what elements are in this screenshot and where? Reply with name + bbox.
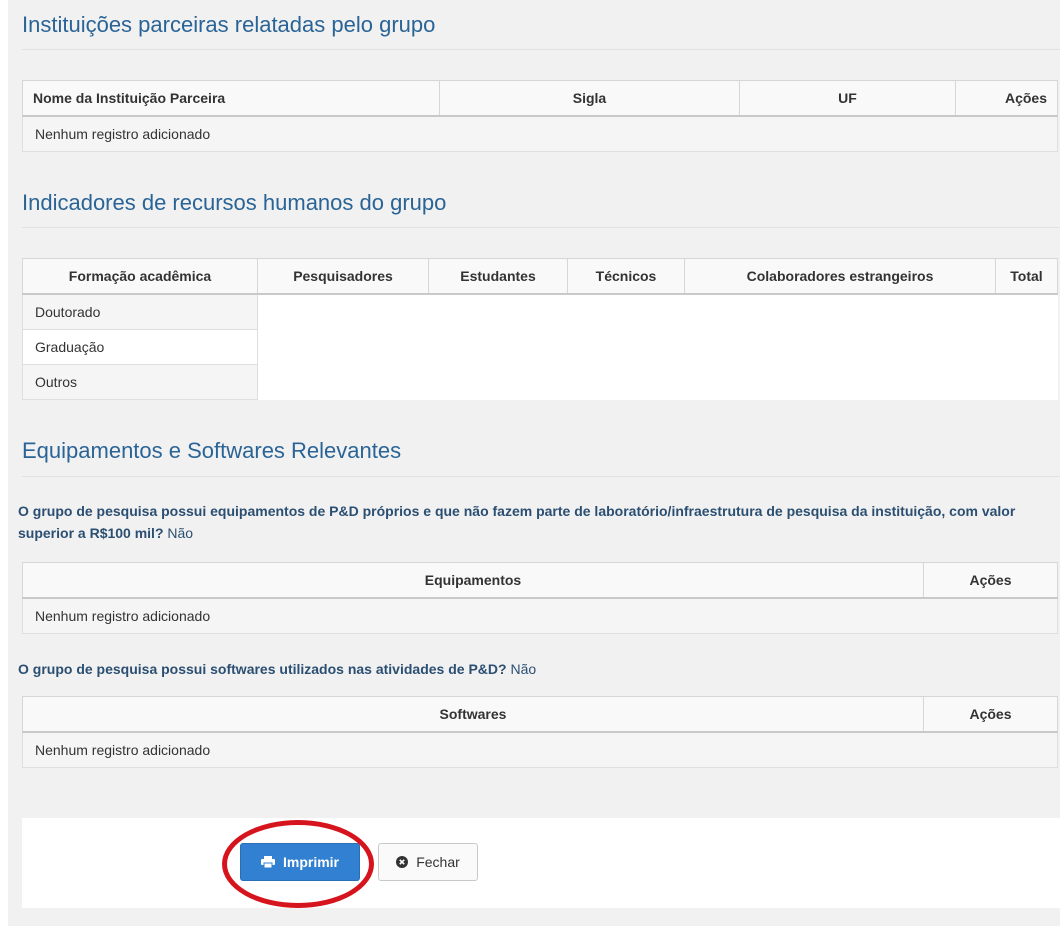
table-header-row: Nome da Instituição Parceira Sigla UF Aç… [22,80,1058,117]
col-actions: Ações [923,562,1058,599]
section-title-equipment: Equipamentos e Softwares Relevantes [22,438,402,463]
report-page: Instituições parceiras relatadas pelo gr… [8,0,1060,926]
software-answer: Não [510,661,537,677]
close-circle-icon [396,856,409,868]
col-academic-degree: Formação acadêmica [22,258,258,295]
software-question-text: O grupo de pesquisa possui softwares uti… [18,661,507,677]
empty-message: Nenhum registro adicionado [22,731,1058,768]
table-row: Nenhum registro adicionado [22,731,1058,768]
col-state: UF [739,80,956,117]
table-row: Nenhum registro adicionado [22,597,1058,634]
print-button[interactable]: Imprimir [240,843,360,881]
print-button-label: Imprimir [282,854,339,870]
table-header-row: Softwares Ações [22,696,1058,733]
table-row: Nenhum registro adicionado [22,115,1058,152]
section-title-partners: Instituições parceiras relatadas pelo gr… [22,12,436,37]
col-acronym: Sigla [439,80,740,117]
table-row: Doutorado [22,293,1058,400]
equipment-table: Equipamentos Ações Nenhum registro adici… [22,562,1058,634]
table-header-row: Equipamentos Ações [22,562,1058,599]
col-equipment: Equipamentos [22,562,924,599]
row-label-graduation: Graduação [22,329,258,365]
close-button[interactable]: Fechar [378,843,478,881]
section-divider [22,227,1060,228]
col-foreign-collaborators: Colaboradores estrangeiros [684,258,996,295]
close-button-label: Fechar [416,854,460,870]
partners-table: Nome da Instituição Parceira Sigla UF Aç… [22,80,1058,152]
equipment-answer: Não [167,525,194,541]
col-researchers: Pesquisadores [257,258,429,295]
hr-values-area [257,294,1058,400]
empty-message: Nenhum registro adicionado [22,115,1058,152]
section-title-hr: Indicadores de recursos humanos do grupo [22,190,447,215]
row-label-others: Outros [22,364,258,400]
empty-message: Nenhum registro adicionado [22,597,1058,634]
col-actions: Ações [955,80,1058,117]
equipment-question: O grupo de pesquisa possui equipamentos … [18,500,1052,544]
col-institution-name: Nome da Instituição Parceira [22,80,440,117]
table-header-row: Formação acadêmica Pesquisadores Estudan… [22,258,1058,295]
col-students: Estudantes [428,258,568,295]
col-actions: Ações [923,696,1058,733]
form-footer: Imprimir Fechar [22,818,1060,908]
hr-table: Formação acadêmica Pesquisadores Estudan… [22,258,1058,400]
col-software: Softwares [22,696,924,733]
software-question: O grupo de pesquisa possui softwares uti… [18,658,1052,680]
software-table: Softwares Ações Nenhum registro adiciona… [22,696,1058,768]
row-label-doctorate: Doutorado [22,293,258,330]
section-divider [22,476,1060,477]
col-total: Total [995,258,1058,295]
printer-icon [260,856,275,868]
col-technicians: Técnicos [567,258,685,295]
section-divider [22,49,1060,50]
